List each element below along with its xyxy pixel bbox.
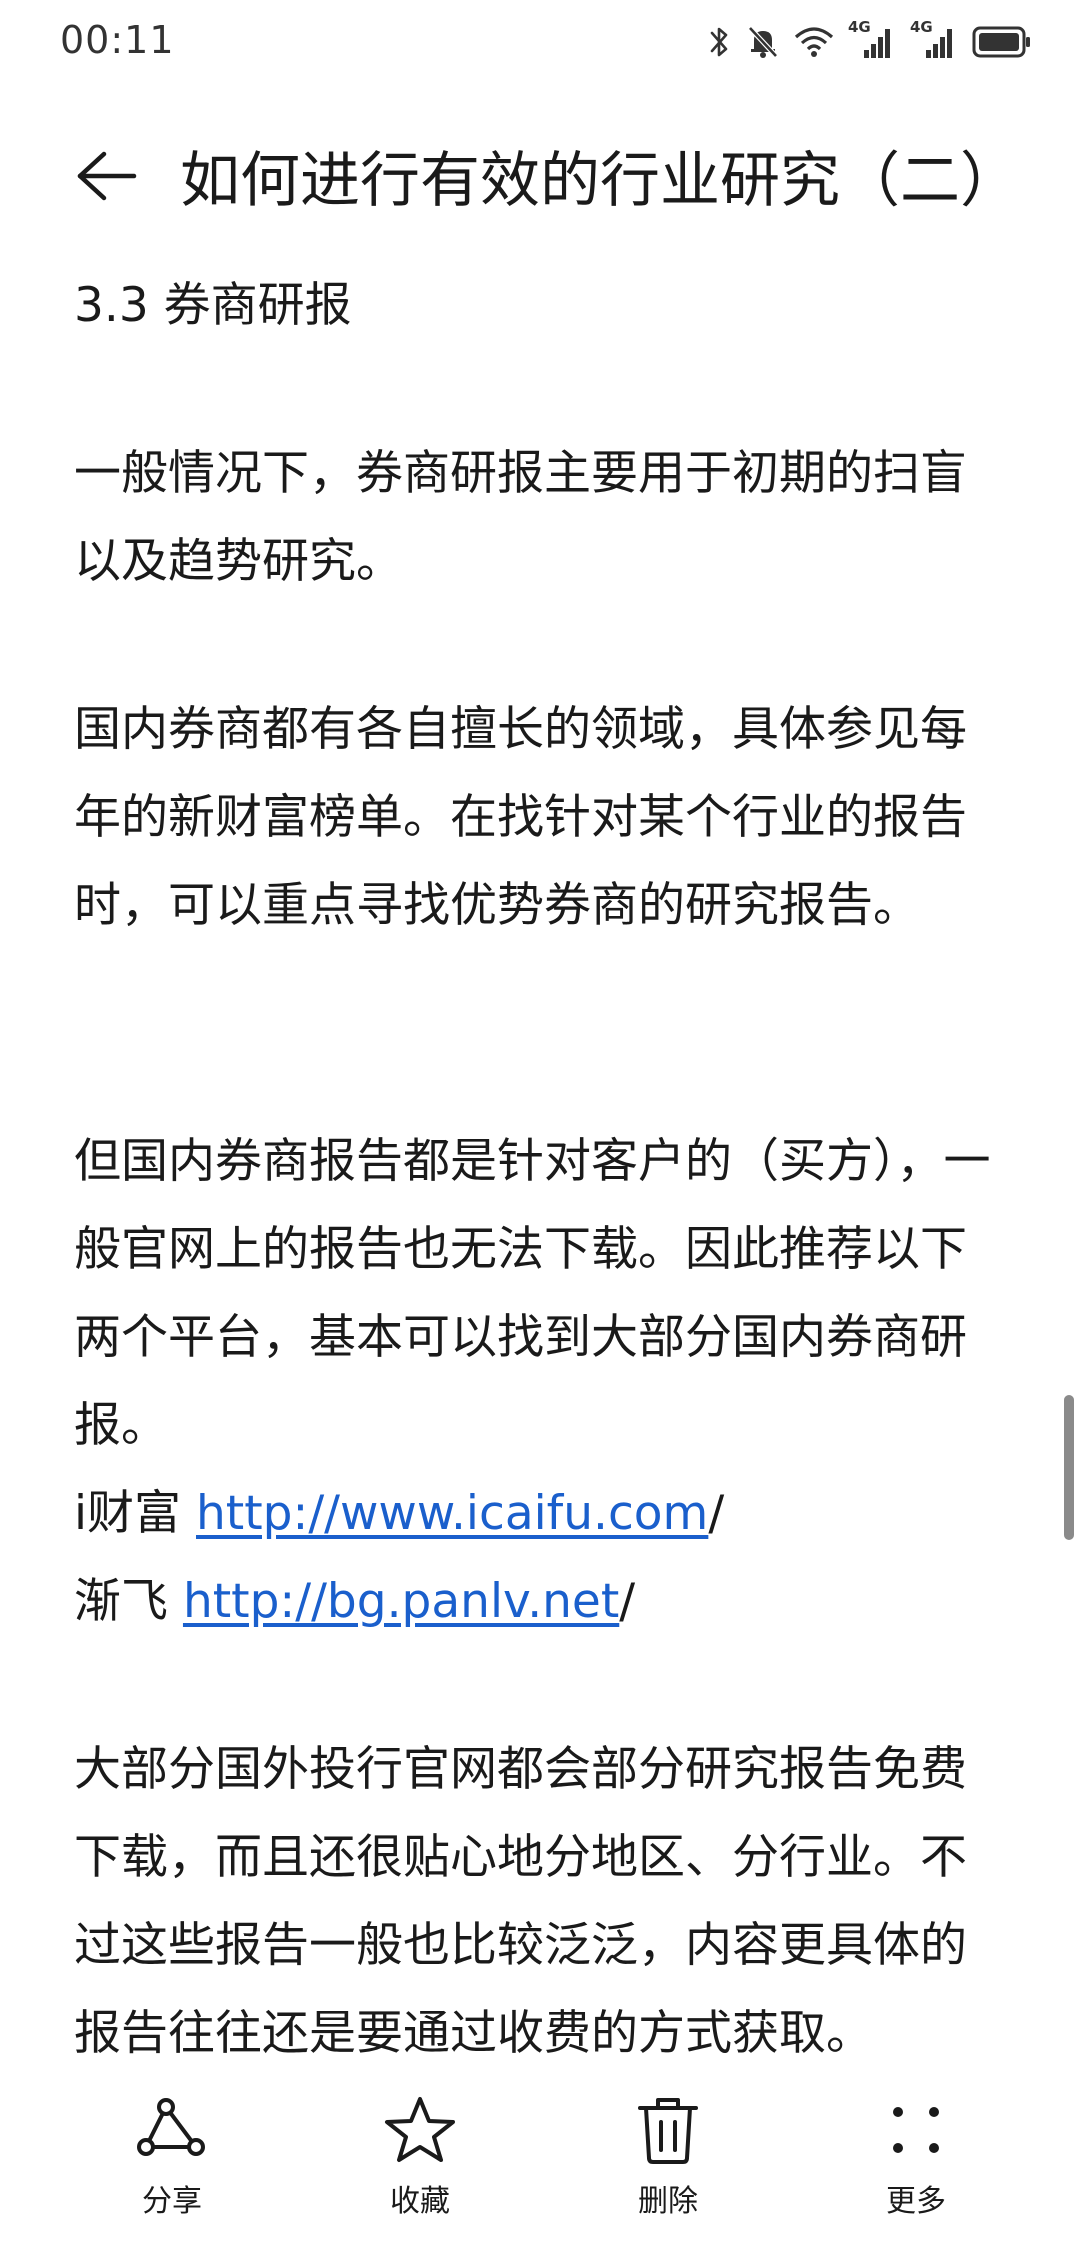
share-button[interactable]: 分享 [72,2090,272,2220]
trash-icon [638,2098,698,2164]
favorite-label: 收藏 [390,2184,450,2219]
paragraph: 一般情况下，券商研报主要用于初期的扫盲以及趋势研究。 [74,446,967,589]
status-bar: 00:11 4G 4G [0,0,1080,84]
bluetooth-icon [710,27,728,57]
status-icons: 4G 4G [708,18,1032,64]
battery-icon [972,26,1030,58]
link-line-panlv: 渐飞 http://bg.panlv.net/ [74,1558,1010,1646]
icaifu-link[interactable]: http://www.icaifu.com [196,1486,708,1541]
share-icon [137,2098,205,2156]
scrollbar-thumb[interactable] [1064,1395,1074,1540]
link-prefix: i财富 [74,1486,196,1541]
star-icon [385,2097,455,2162]
article-body: 3.3 券商研报 一般情况下，券商研报主要用于初期的扫盲以及趋势研究。 国内券商… [74,262,1010,2078]
more-button[interactable]: 更多 [816,2090,1016,2220]
delete-button[interactable]: 删除 [568,2090,768,2220]
share-label: 分享 [142,2184,202,2219]
link-suffix: / [708,1486,725,1541]
wifi-icon [794,27,834,57]
bottom-toolbar: 分享 收藏 删除 更多 [0,2074,1080,2244]
signal-4g-icon: 4G [848,18,896,62]
link-suffix: / [619,1574,636,1629]
more-dots-icon [893,2107,939,2153]
section-heading: 3.3 券商研报 [74,278,352,333]
back-arrow-icon [77,151,137,201]
signal-4g-icon: 4G [910,18,958,62]
header: 如何进行有效的行业研究（二） [0,110,1080,230]
back-button[interactable] [66,136,146,216]
panlv-link[interactable]: http://bg.panlv.net [183,1574,619,1629]
status-time: 00:11 [60,18,175,62]
more-label: 更多 [886,2184,946,2219]
mute-icon [748,26,778,58]
link-prefix: 渐飞 [74,1574,183,1629]
favorite-button[interactable]: 收藏 [320,2090,520,2220]
paragraph: 国内券商都有各自擅长的领域，具体参见每年的新财富榜单。在找针对某个行业的报告时，… [74,702,967,933]
page-title: 如何进行有效的行业研究（二） [180,146,1020,216]
delete-label: 删除 [638,2184,698,2219]
paragraph: 但国内券商报告都是针对客户的（买方），一般官网上的报告也无法下载。因此推荐以下两… [74,1134,991,1453]
paragraph: 大部分国外投行官网都会部分研究报告免费下载，而且还很贴心地分地区、分行业。不过这… [74,1742,967,2061]
link-line-icaifu: i财富 http://www.icaifu.com/ [74,1470,1010,1558]
